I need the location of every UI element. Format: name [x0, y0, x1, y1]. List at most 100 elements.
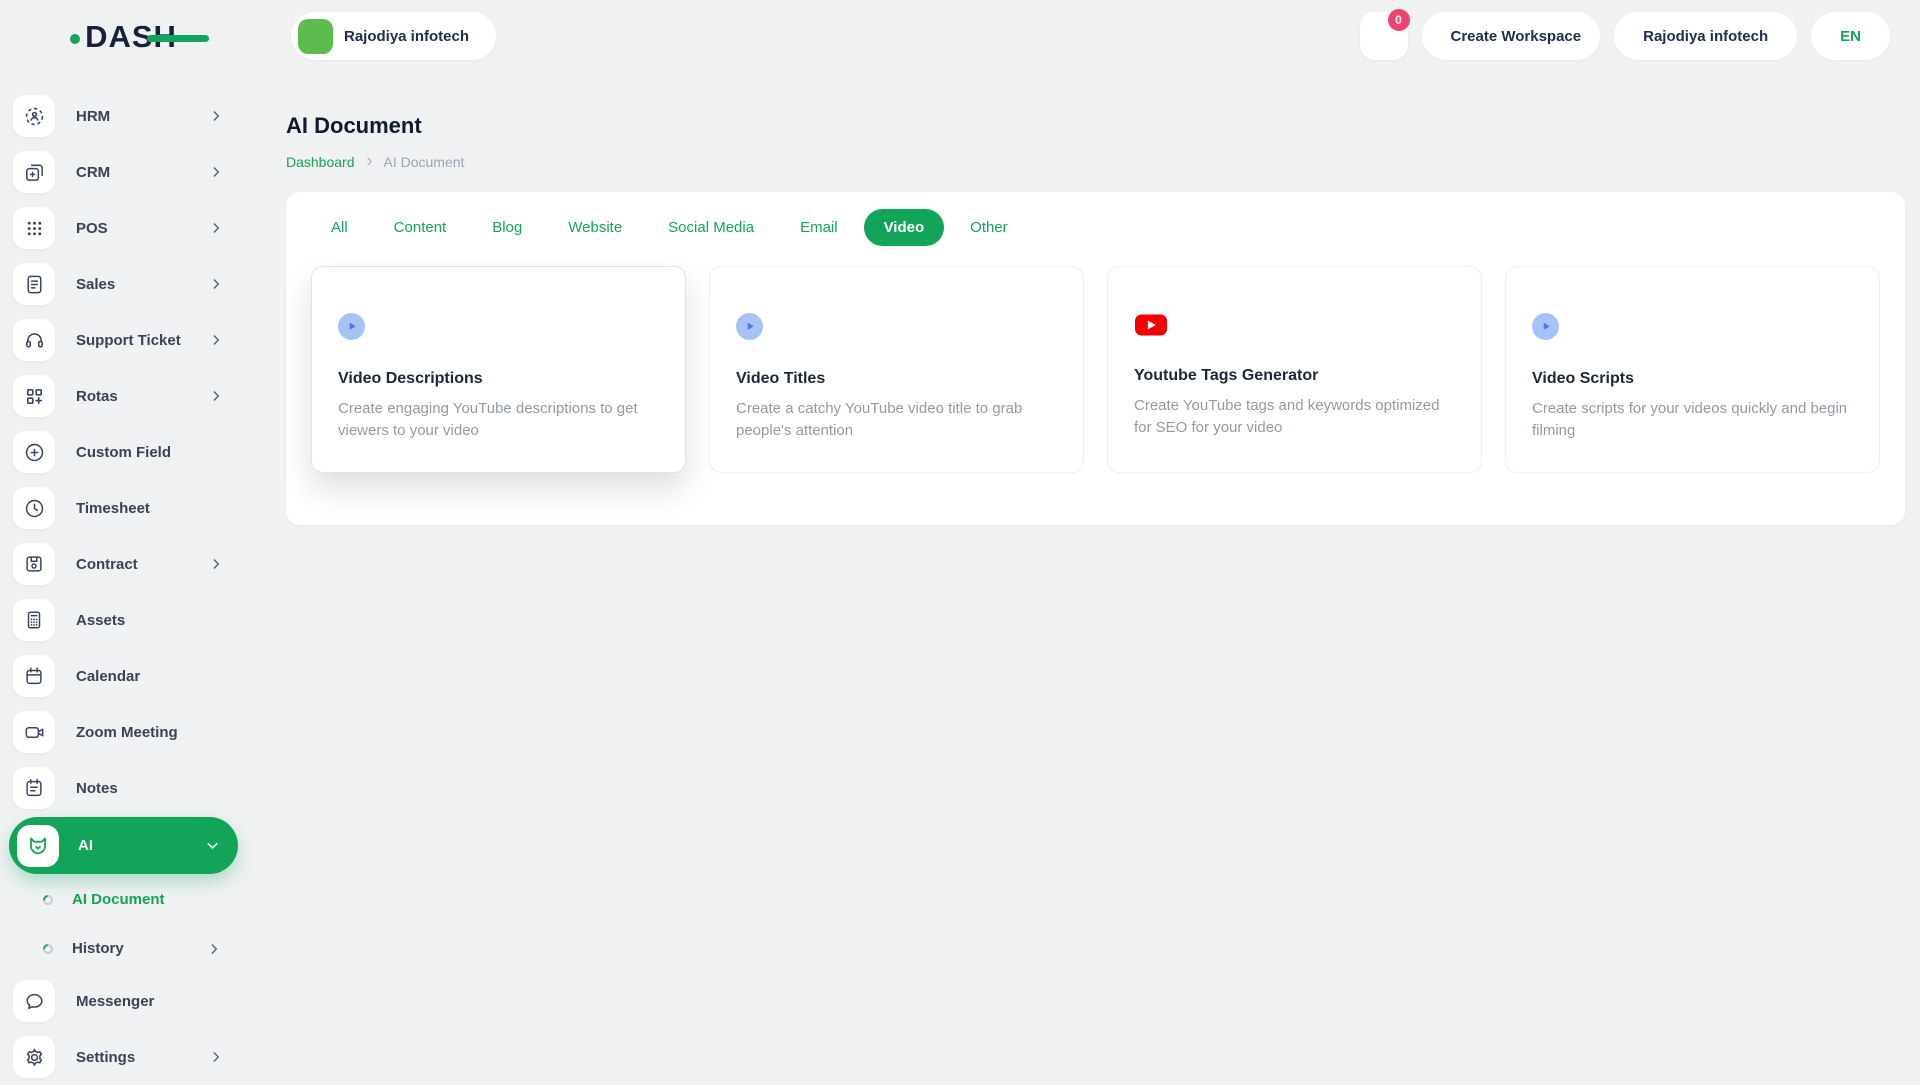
tab-social-media[interactable]: Social Media — [648, 209, 774, 246]
sidebar-item-assets[interactable]: Assets — [0, 592, 247, 648]
sidebar-item-sales[interactable]: Sales — [0, 256, 247, 312]
custom-field-icon — [13, 431, 55, 473]
sidebar-item-rotas[interactable]: Rotas — [0, 368, 247, 424]
youtube-icon — [1134, 313, 1168, 337]
sidebar-subitem-label: AI Document — [72, 891, 165, 908]
ai-card-video-descriptions[interactable]: Video Descriptions Create engaging YouTu… — [311, 265, 686, 474]
chevron-right-icon — [209, 277, 223, 291]
tab-email[interactable]: Email — [780, 209, 858, 246]
ai-card-video-titles[interactable]: Video Titles Create a catchy YouTube vid… — [709, 265, 1084, 474]
sidebar-item-crm[interactable]: CRM — [0, 144, 247, 200]
top-bar-right: 0 Create Workspace Rajodiya infotech EN — [1359, 9, 1890, 60]
sidebar-item-label: Notes — [76, 779, 118, 797]
sidebar-nav: HRM CRM POS Sales Support Ticket Rotas C… — [0, 72, 247, 1080]
template-cards-grid: Video Descriptions Create engaging YouTu… — [311, 265, 1880, 474]
sidebar-subitem-ai-document[interactable]: AI Document — [0, 875, 247, 924]
card-title: Video Descriptions — [338, 369, 483, 387]
breadcrumb-current: AI Document — [383, 153, 465, 170]
card-description: Create YouTube tags and keywords optimiz… — [1134, 396, 1440, 437]
play-circle-icon — [338, 312, 365, 340]
sidebar-item-label: POS — [76, 219, 108, 237]
sidebar-item-timesheet[interactable]: Timesheet — [0, 480, 247, 536]
sidebar-item-pos[interactable]: POS — [0, 200, 247, 256]
sidebar-item-notes[interactable]: Notes — [0, 760, 247, 816]
top-bar-left: DASH — [0, 21, 247, 52]
tab-other[interactable]: Other — [950, 209, 1028, 246]
sidebar-item-label: AI — [78, 837, 93, 854]
sidebar-item-hrm[interactable]: HRM — [0, 88, 247, 144]
chevron-right-icon — [209, 333, 223, 347]
sidebar-item-custom-field[interactable]: Custom Field — [0, 424, 247, 480]
workspace-selector[interactable]: Rajodiya infotech — [291, 12, 497, 60]
card-description: Create scripts for your videos quickly a… — [1532, 399, 1848, 440]
sidebar-subitem-label: History — [72, 940, 124, 957]
sidebar-item-contract[interactable]: Contract — [0, 536, 247, 592]
crm-icon — [13, 151, 55, 193]
top-bar: DASH Rajodiya infotech 0 Create Workspac… — [0, 0, 1920, 72]
sidebar-item-messenger[interactable]: Messenger — [0, 973, 247, 1029]
bullet-icon — [40, 892, 56, 907]
tab-blog[interactable]: Blog — [472, 209, 542, 246]
rotas-icon — [13, 375, 55, 417]
chevron-right-icon — [209, 1050, 223, 1064]
ai-card-video-scripts[interactable]: Video Scripts Create scripts for your vi… — [1505, 265, 1880, 474]
bullet-icon — [40, 941, 56, 956]
sales-icon — [13, 263, 55, 305]
sidebar-item-settings[interactable]: Settings — [0, 1029, 247, 1085]
support-ticket-icon — [13, 319, 55, 361]
category-tabs: All Content Blog Website Social Media Email Vi… — [311, 208, 1880, 246]
sidebar-item-label: HRM — [76, 107, 111, 125]
tab-video[interactable]: Video — [863, 208, 945, 246]
sidebar-subitem-history[interactable]: History — [0, 924, 247, 973]
logo-dot — [70, 34, 81, 44]
company-dropdown-label: Rajodiya infotech — [1643, 27, 1769, 45]
sidebar-item-label: Timesheet — [76, 499, 150, 517]
main-content: AI Document Dashboard AI Document All Cont… — [247, 72, 1920, 525]
assets-icon — [13, 599, 55, 641]
sidebar-item-label: Contract — [76, 555, 138, 573]
sidebar-item-zoom-meeting[interactable]: Zoom Meeting — [0, 704, 247, 760]
sidebar-item-label: Custom Field — [76, 443, 172, 461]
sidebar-item-label: Zoom Meeting — [76, 723, 178, 741]
notes-icon — [13, 767, 55, 809]
workspace-selector-label: Rajodiya infotech — [344, 27, 470, 45]
language-label: EN — [1840, 27, 1861, 45]
sidebar-item-label: Support Ticket — [76, 331, 181, 349]
sidebar-item-label: Calendar — [76, 667, 141, 685]
tab-content[interactable]: Content — [374, 209, 467, 246]
tab-all[interactable]: All — [311, 209, 368, 246]
company-dropdown[interactable]: Rajodiya infotech — [1614, 12, 1798, 60]
chevron-right-icon — [209, 109, 223, 123]
sidebar-item-label: Sales — [76, 275, 116, 293]
sidebar-item-label: Messenger — [76, 992, 155, 1010]
sidebar-item-calendar[interactable]: Calendar — [0, 648, 247, 704]
language-dropdown[interactable]: EN — [1811, 12, 1890, 60]
create-workspace-label: Create Workspace — [1450, 27, 1582, 45]
sidebar-item-support-ticket[interactable]: Support Ticket — [0, 312, 247, 368]
messenger-icon — [13, 980, 55, 1022]
card-description: Create a catchy YouTube video title to g… — [736, 399, 1023, 440]
app-logo[interactable]: DASH — [70, 21, 209, 52]
hrm-icon — [13, 95, 55, 137]
sidebar-item-ai[interactable]: AI — [9, 817, 238, 874]
sidebar-item-label: Settings — [76, 1048, 136, 1066]
play-circle-icon — [1532, 312, 1559, 340]
tab-website[interactable]: Website — [548, 209, 642, 246]
chevron-right-icon — [209, 221, 223, 235]
breadcrumb-separator-icon — [364, 156, 375, 167]
breadcrumb-link-dashboard[interactable]: Dashboard — [286, 154, 355, 170]
ai-fox-icon — [17, 824, 59, 867]
page-title: AI Document — [286, 112, 422, 138]
ai-card-youtube-tags-generator[interactable]: Youtube Tags Generator Create YouTube ta… — [1107, 265, 1482, 474]
timesheet-icon — [13, 487, 55, 529]
card-title: Youtube Tags Generator — [1134, 366, 1319, 384]
calendar-icon — [13, 655, 55, 697]
chevron-right-icon — [209, 165, 223, 179]
create-workspace-button[interactable]: Create Workspace — [1421, 12, 1601, 60]
card-description: Create engaging YouTube descriptions to … — [338, 399, 638, 440]
contract-icon — [13, 543, 55, 585]
messages-button[interactable]: 0 — [1359, 9, 1410, 60]
pos-icon — [13, 207, 55, 249]
settings-icon — [13, 1036, 55, 1078]
sidebar-item-label: Rotas — [76, 387, 118, 405]
